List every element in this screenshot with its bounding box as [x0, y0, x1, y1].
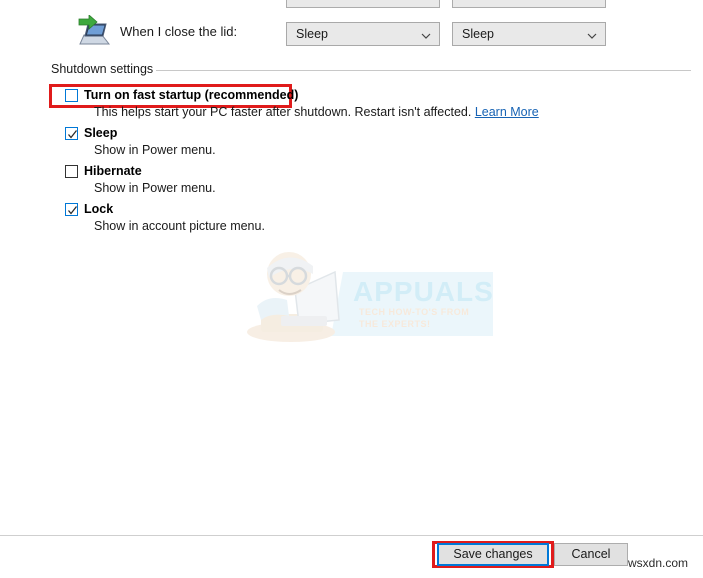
site-watermark: wsxdn.com: [628, 556, 689, 570]
setting-fast-startup-description: This helps start your PC faster after sh…: [94, 105, 539, 119]
lid-close-label: When I close the lid:: [120, 24, 238, 39]
setting-lock-description: Show in account picture menu.: [94, 219, 265, 233]
cancel-button[interactable]: Cancel: [554, 543, 628, 566]
checkbox-fast-startup[interactable]: [65, 89, 78, 102]
dropdown-battery-above[interactable]: [286, 0, 440, 8]
section-header-divider: [156, 70, 691, 71]
shutdown-settings-section-header: Shutdown settings: [51, 62, 691, 78]
setting-hibernate-description: Show in Power menu.: [94, 181, 216, 195]
dropdown-plugged-above[interactable]: [452, 0, 606, 8]
setting-fast-startup-description-text: This helps start your PC faster after sh…: [94, 105, 472, 119]
bottom-divider: [0, 535, 703, 536]
dropdown-plugged-in[interactable]: Sleep: [452, 22, 606, 46]
setting-sleep-title: Sleep: [84, 126, 118, 140]
learn-more-link[interactable]: Learn More: [475, 105, 539, 119]
lid-close-setting-row: When I close the lid: Sleep Sleep: [0, 12, 703, 52]
setting-sleep-description: Show in Power menu.: [94, 143, 216, 157]
power-button-icon-partial: [82, 0, 108, 8]
appuals-watermark-title: APPUALS: [353, 276, 494, 307]
setting-fast-startup-title: Turn on fast startup (recommended): [84, 88, 299, 102]
dropdown-plugged-in-value: Sleep: [462, 27, 494, 41]
setting-lock-title: Lock: [84, 202, 114, 216]
dropdown-on-battery[interactable]: Sleep: [286, 22, 440, 46]
chevron-down-icon: [587, 30, 597, 40]
checkbox-lock[interactable]: [65, 203, 78, 216]
dropdown-on-battery-value: Sleep: [296, 27, 328, 41]
save-changes-button[interactable]: Save changes: [437, 543, 549, 566]
section-header-label: Shutdown settings: [51, 62, 162, 76]
chevron-down-icon: [421, 30, 431, 40]
setting-hibernate-title: Hibernate: [84, 164, 142, 178]
checkbox-sleep[interactable]: [65, 127, 78, 140]
laptop-lid-icon: [76, 14, 112, 47]
checkbox-hibernate[interactable]: [65, 165, 78, 178]
appuals-watermark: APPUALS TECH HOW-TO'S FROM THE EXPERTS!: [243, 250, 493, 360]
appuals-watermark-tagline: TECH HOW-TO'S FROM THE EXPERTS!: [359, 307, 470, 329]
